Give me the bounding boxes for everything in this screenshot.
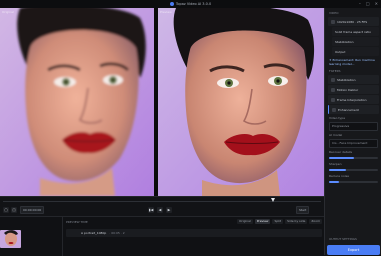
sharpen-label: Sharpen — [329, 162, 342, 166]
source-thumbnail[interactable] — [0, 230, 21, 248]
playback-controls: ▮◀ ◀ ▶ — [148, 207, 172, 213]
filters-section-title: FILTERS — [329, 69, 341, 73]
filter-enhancement-label: Enhancement — [338, 107, 359, 112]
view-toggle-button[interactable]: ▢ — [3, 207, 9, 213]
stabilization-setting-label: Stabilization — [335, 39, 354, 44]
view-mode-tabs: Original Preview Split Side by side Zoom — [237, 219, 322, 224]
video-info-label: 1920x1080 · 25 FPS — [337, 19, 368, 24]
original-pane[interactable]: Original — [0, 8, 154, 196]
recover-details-fill — [329, 157, 354, 159]
clip-meta: · 00:05 · 2 — [109, 231, 125, 235]
tab-zoom[interactable]: Zoom — [309, 219, 322, 224]
clip-thumbnail — [67, 230, 79, 237]
filter-frame-interpolation[interactable]: Frame Interpolation — [328, 95, 379, 104]
tab-original[interactable]: Original — [237, 219, 253, 224]
preview-time-header: PREVIEW TIME — [66, 220, 88, 224]
left-transport-controls: ▢ ◫ 00:00:00:00 — [3, 206, 45, 214]
start-frame-control: Start — [296, 206, 310, 214]
stabilization-icon — [331, 77, 335, 82]
video-type-select[interactable]: Progressive — [329, 122, 378, 131]
output-label: Output — [335, 49, 346, 54]
filter-frame-interpolation-label: Frame Interpolation — [337, 97, 367, 102]
rewind-button[interactable]: ◀ — [157, 207, 163, 213]
ai-model-label: AI model — [329, 133, 343, 137]
recover-details-slider[interactable] — [329, 157, 378, 159]
video-info-row[interactable]: 1920x1080 · 25 FPS — [328, 17, 379, 26]
video-icon — [331, 19, 335, 24]
transport-bar: ▢ ◫ 00:00:00:00 ▮◀ ◀ ▶ Start — [0, 196, 324, 217]
enhancement-hint: ✦ Enhancement: Run machine learning mode… — [329, 58, 375, 66]
filter-motion-deblur-label: Motion Deblur — [337, 87, 359, 92]
timecode[interactable]: 00:00:00:00 — [20, 206, 45, 214]
tab-split[interactable]: Split — [272, 219, 284, 224]
filter-enhancement[interactable]: Enhancement — [328, 105, 379, 114]
filter-motion-deblur[interactable]: Motion Deblur — [328, 85, 379, 94]
settings-panel: VIDEO 1920x1080 · 25 FPS Solid frame asp… — [324, 8, 381, 255]
original-pane-label: Original — [2, 10, 14, 14]
frame-interpolation-icon — [331, 97, 335, 102]
motion-deblur-icon — [331, 87, 335, 92]
portrait-enhanced-image — [158, 8, 324, 196]
minimize-button[interactable]: – — [359, 1, 361, 6]
window-controls: – □ ✕ — [359, 1, 378, 6]
sharpen-fill — [329, 169, 347, 171]
close-button[interactable]: ✕ — [375, 1, 378, 6]
sharpen-slider[interactable] — [329, 169, 378, 171]
filter-stabilization[interactable]: Stabilization — [328, 75, 379, 84]
enhanced-pane-label: Preview — [160, 10, 172, 14]
output-settings-title: OUTPUT SETTINGS — [329, 237, 357, 241]
play-button[interactable]: ▶ — [166, 207, 172, 213]
ai-model-select[interactable]: Iris - Face Improvement — [329, 139, 378, 148]
export-button[interactable]: Export — [327, 245, 380, 255]
video-type-label: Video type — [329, 116, 346, 120]
reduce-noise-label: Reduce noise — [329, 174, 350, 178]
skip-back-button[interactable]: ▮◀ — [148, 207, 154, 213]
clip-browser: PREVIEW TIME Original Preview Split Side… — [0, 216, 324, 256]
start-frame-button[interactable]: Start — [296, 206, 310, 214]
reduce-noise-fill — [329, 181, 339, 183]
clip-row[interactable]: A portrait_1080p · 00:05 · 2 — [66, 229, 322, 237]
recover-details-label: Recover details — [329, 150, 353, 154]
filter-stabilization-label: Stabilization — [337, 77, 356, 82]
app-title: Topaz Video AI 3.0.0 — [175, 2, 212, 6]
compare-toggle-button[interactable]: ◫ — [11, 207, 17, 213]
enhancement-icon — [332, 107, 336, 112]
aspect-ratio-label: Solid frame aspect ratio — [335, 29, 371, 34]
clip-name: A portrait_1080p — [81, 231, 107, 235]
portrait-original-image — [0, 8, 154, 196]
stabilization-setting-row[interactable]: Stabilization — [332, 37, 379, 46]
aspect-ratio-row[interactable]: Solid frame aspect ratio — [332, 27, 379, 36]
tab-side-by-side[interactable]: Side by side — [285, 219, 308, 224]
preview-viewer[interactable]: Original Preview — [0, 8, 324, 196]
source-thumbnail-image — [0, 230, 21, 248]
filters-section: FILTERS Stabilization Motion Deblur Fram… — [325, 69, 381, 114]
app-logo-icon — [169, 2, 174, 6]
maximize-button[interactable]: □ — [366, 1, 370, 6]
output-row[interactable]: Output — [332, 47, 379, 56]
source-thumbnail-column — [0, 217, 63, 256]
reduce-noise-slider[interactable] — [329, 181, 378, 183]
enhanced-pane[interactable]: Preview — [158, 8, 324, 196]
tab-preview[interactable]: Preview — [254, 219, 271, 224]
video-section-title: VIDEO — [329, 11, 339, 15]
title-bar: Topaz Video AI 3.0.0 – □ ✕ — [0, 0, 381, 8]
playhead[interactable] — [271, 198, 276, 202]
video-section: VIDEO 1920x1080 · 25 FPS Solid frame asp… — [325, 11, 381, 56]
